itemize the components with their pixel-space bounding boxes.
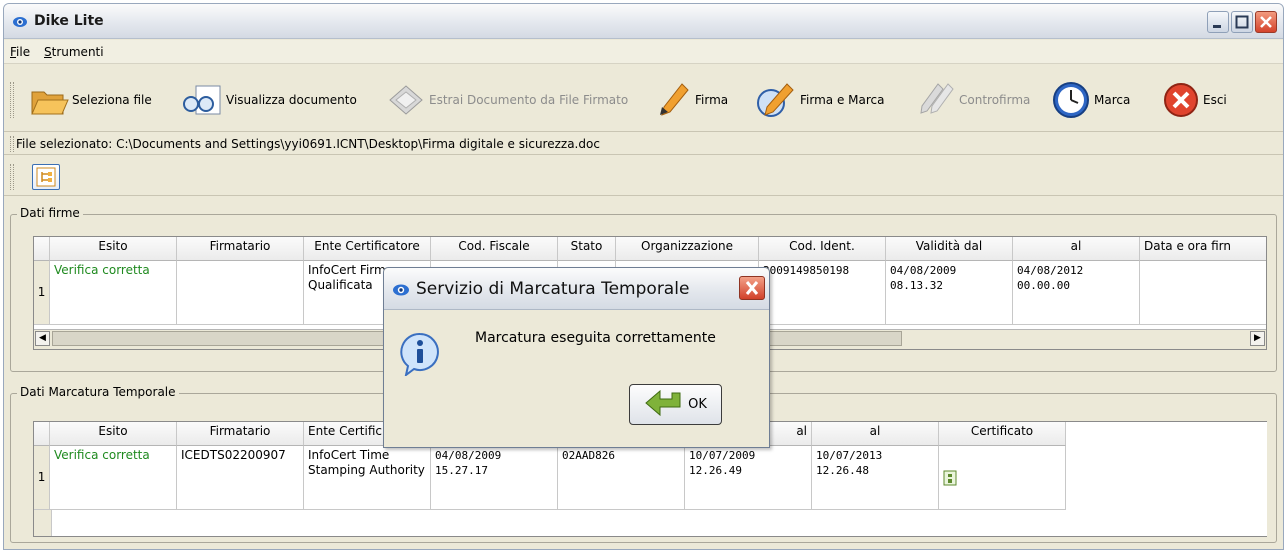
col-valida-al[interactable]: al	[812, 422, 939, 446]
marca-button[interactable]: Marca	[1051, 80, 1130, 120]
pathbar-grip[interactable]	[10, 136, 14, 152]
title-bar[interactable]: Dike Lite	[4, 4, 1283, 39]
menu-strumenti[interactable]: Strumenti	[44, 45, 104, 59]
window-title: Dike Lite	[34, 13, 104, 29]
app-eye-icon	[13, 17, 27, 27]
seleziona-file-label: Seleziona file	[72, 93, 152, 107]
dialog-title-bar[interactable]: Servizio di Marcatura Temporale	[384, 268, 769, 310]
exit-x-icon	[1164, 83, 1198, 117]
close-icon	[745, 281, 759, 295]
estrai-documento-label: Estrai Documento da File Firmato	[429, 93, 629, 107]
ok-label: OK	[688, 397, 707, 412]
maximize-icon	[1235, 15, 1249, 29]
cell-data-ora-firma	[1140, 261, 1266, 325]
cell-data-marca: 04/08/2009 15.27.17	[431, 446, 558, 510]
tree-structure-icon	[36, 167, 56, 187]
dialog-title: Servizio di Marcatura Temporale	[416, 279, 690, 299]
cell-validita-dal: 04/08/2009 08.13.32	[886, 261, 1013, 325]
table-row[interactable]: 1 Verifica corretta ICEDTS02200907 InfoC…	[34, 446, 1066, 510]
esci-button[interactable]: Esci	[1162, 80, 1227, 120]
clock-icon	[1053, 82, 1089, 118]
countersign-pens-icon	[920, 83, 954, 114]
col-esito[interactable]: Esito	[50, 237, 177, 261]
col-firmatario[interactable]: Firmatario	[177, 422, 304, 446]
visualizza-documento-label: Visualizza documento	[226, 93, 357, 107]
cell-certificato	[939, 446, 1066, 510]
extract-envelope-icon	[389, 85, 423, 115]
cell-valida-al: 10/07/2013 12.26.48	[812, 446, 939, 510]
row-header-corner	[34, 237, 50, 261]
marcatura-dialog: Servizio di Marcatura Temporale Marcatur…	[383, 267, 770, 448]
row-number: 1	[34, 261, 50, 325]
firma-e-marca-label: Firma e Marca	[800, 93, 885, 107]
menu-file[interactable]: File	[10, 45, 30, 59]
col-organizzazione[interactable]: Organizzazione	[616, 237, 759, 261]
dialog-close-button[interactable]	[739, 276, 765, 300]
col-validita-dal[interactable]: Validità dal	[886, 237, 1013, 261]
scroll-left-arrow-icon[interactable]: ◀	[35, 331, 50, 346]
dialog-message: Marcatura eseguita correttamente	[475, 330, 716, 346]
cell-firmatario	[177, 261, 304, 325]
menu-strumenti-label: trumenti	[51, 45, 104, 59]
firma-button[interactable]: Firma	[656, 80, 728, 120]
main-toolbar: Seleziona file Visualizza documento Estr…	[4, 66, 1283, 132]
cell-seriale: 02AAD826	[558, 446, 685, 510]
cell-firmatario: ICEDTS02200907	[177, 446, 304, 510]
ok-button[interactable]: OK	[629, 384, 722, 425]
close-window-button[interactable]	[1255, 11, 1277, 33]
menu-bar: File Strumenti	[4, 40, 1283, 64]
pen-icon	[660, 83, 689, 116]
row-number: 1	[34, 446, 50, 510]
minimize-button[interactable]	[1207, 11, 1229, 33]
cell-esito: Verifica corretta	[50, 261, 177, 325]
esci-label: Esci	[1203, 93, 1227, 107]
cell-cod-ident: 2009149850198	[759, 261, 886, 325]
visualizza-documento-button[interactable]: Visualizza documento	[181, 80, 357, 120]
cell-valida-dal: 10/07/2009 12.26.49	[685, 446, 812, 510]
col-cod-ident[interactable]: Cod. Ident.	[759, 237, 886, 261]
col-esito[interactable]: Esito	[50, 422, 177, 446]
glasses-icon	[183, 85, 221, 115]
seleziona-file-button[interactable]: Seleziona file	[29, 80, 152, 120]
pen-clock-icon	[757, 83, 794, 117]
col-validita-al[interactable]: al	[1013, 237, 1140, 261]
app-eye-icon	[393, 284, 409, 296]
col-firmatario[interactable]: Firmatario	[177, 237, 304, 261]
info-icon	[400, 332, 439, 376]
dati-marcatura-legend: Dati Marcatura Temporale	[17, 385, 179, 399]
cell-ente-certificatore: InfoCert Time Stamping Authority	[304, 446, 431, 510]
minimize-icon	[1213, 25, 1221, 28]
scroll-right-arrow-icon[interactable]: ▶	[1250, 331, 1265, 346]
controfirma-button[interactable]: Controfirma	[916, 80, 1030, 120]
col-ente-certificatore[interactable]: Ente Certificatore	[304, 237, 431, 261]
col-stato[interactable]: Stato	[558, 237, 616, 261]
green-arrow-icon	[645, 389, 681, 416]
cell-esito: Verifica corretta	[50, 446, 177, 510]
secondary-toolbar	[4, 156, 1283, 196]
cell-validita-al: 04/08/2012 00.00.00	[1013, 261, 1140, 325]
toolbar-grip[interactable]	[10, 82, 14, 118]
col-data-ora-firma[interactable]: Data e ora firn	[1140, 237, 1266, 261]
col-certificato[interactable]: Certificato	[939, 422, 1066, 446]
folder-open-icon	[31, 91, 69, 115]
toolbar2-grip[interactable]	[10, 164, 14, 190]
empty-row-header	[34, 510, 52, 536]
firma-e-marca-button[interactable]: Firma e Marca	[755, 80, 884, 120]
col-cod-fiscale[interactable]: Cod. Fiscale	[431, 237, 558, 261]
firma-label: Firma	[695, 93, 729, 107]
controfirma-label: Controfirma	[959, 93, 1031, 107]
estrai-documento-button[interactable]: Estrai Documento da File Firmato	[386, 80, 628, 120]
row-header-corner	[34, 422, 50, 446]
menu-file-label: ile	[16, 45, 31, 59]
file-path-bar: File selezionato: C:\Documents and Setti…	[4, 133, 1283, 155]
close-icon	[1260, 16, 1272, 28]
dati-firme-legend: Dati firme	[17, 206, 83, 220]
selected-file-path: File selezionato: C:\Documents and Setti…	[16, 137, 600, 151]
maximize-button[interactable]	[1231, 11, 1253, 33]
certificate-icon[interactable]	[943, 470, 957, 486]
menu-strumenti-mnemonic: S	[44, 45, 52, 59]
marca-label: Marca	[1094, 93, 1131, 107]
tree-view-button[interactable]	[32, 164, 60, 190]
firme-header-row: Esito Firmatario Ente Certificatore Cod.…	[34, 237, 1266, 261]
